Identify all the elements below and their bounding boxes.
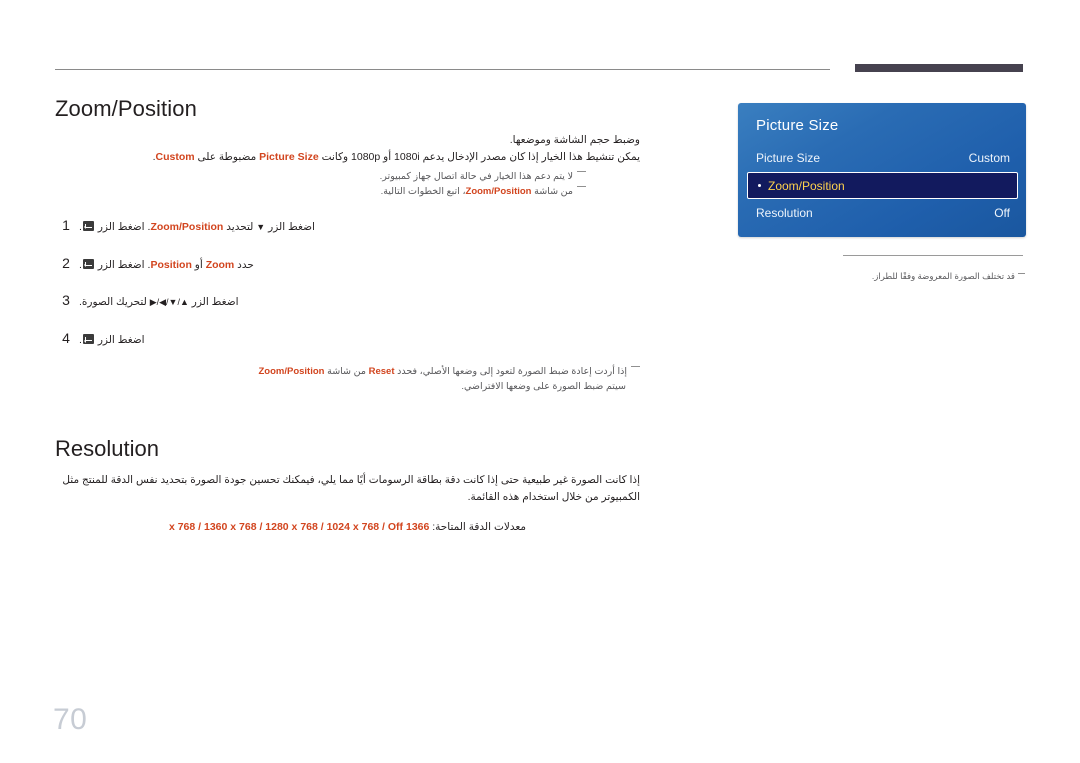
step-item: 4 اضغط الزر . <box>55 330 640 349</box>
reset-note-pre: إذا أردت إعادة ضبط الصورة لتعود إلى وضعه… <box>394 365 627 377</box>
lead2-post: مضبوطة على <box>194 151 260 164</box>
main-content: Zoom/Position وضبط حجم الشاشة وموضعها. ي… <box>55 96 640 536</box>
step-text: اضغط الزر ▼ لتحديد Zoom/Position. اضغط ا… <box>77 220 640 236</box>
section-title-resolution: Resolution <box>55 436 159 462</box>
lead2-res2: 1080p <box>351 151 381 164</box>
step3-pre: اضغط الزر <box>188 296 239 309</box>
lead2-res1: 1080i <box>394 151 420 164</box>
zoom-position-lead-1: وضبط حجم الشاشة وموضعها. <box>509 134 640 146</box>
step1-post: . اضغط الزر <box>94 220 151 233</box>
lead2-mid: أو <box>380 151 395 164</box>
note-dash-icon <box>631 365 640 367</box>
selected-bullet-icon <box>758 183 761 187</box>
note-dash-icon <box>577 185 586 187</box>
step-number: 3 <box>62 292 70 309</box>
header-bar-right <box>855 64 1023 72</box>
osd-row-value: Off <box>994 206 1010 220</box>
steps-list: 1 اضغط الزر ▼ لتحديد Zoom/Position. اضغط… <box>55 217 640 349</box>
lead2-picture-size: Picture Size <box>259 151 319 164</box>
reset-note-reset: Reset <box>368 365 395 377</box>
arrow-down-icon: ▼ <box>256 221 266 232</box>
osd-note-text: قد تختلف الصورة المعروضة وفقًا للطراز. <box>871 270 1015 281</box>
step-item: 2 حدد Zoom أو Position. اضغط الزر . <box>55 255 640 274</box>
osd-note: قد تختلف الصورة المعروضة وفقًا للطراز. <box>843 270 1025 283</box>
page-number: 70 <box>53 703 88 736</box>
osd-panel-title: Picture Size <box>756 117 839 134</box>
step-item: 1 اضغط الزر ▼ لتحديد Zoom/Position. اضغط… <box>55 217 640 236</box>
note-1-text: لا يتم دعم هذا الخيار في حالة اتصال جهاز… <box>379 170 573 182</box>
enter-key-icon <box>82 258 94 269</box>
header-rule-left <box>55 69 830 70</box>
step1-tail: . <box>79 220 82 233</box>
resolution-list-values: 1366 x 768 / 1360 x 768 / 1280 x 768 / 1… <box>168 520 430 533</box>
note-2-pre: من شاشة <box>531 185 573 197</box>
note-follow-steps: من شاشة Zoom/Position، اتبع الخطوات التا… <box>55 184 640 199</box>
step-item: 3 اضغط الزر ▲/▼/◀/▶ لتحريك الصورة. <box>55 292 640 311</box>
step-text: حدد Zoom أو Position. اضغط الزر . <box>77 258 640 274</box>
step-number: 1 <box>62 216 70 233</box>
zoom-position-notes: لا يتم دعم هذا الخيار في حالة اتصال جهاز… <box>55 169 640 199</box>
note-2-link: Zoom/Position <box>465 185 532 197</box>
reset-note-block: إذا أردت إعادة ضبط الصورة لتعود إلى وضعه… <box>55 364 640 394</box>
lead2-custom: Custom <box>155 151 195 164</box>
note-dash-icon <box>1018 272 1025 274</box>
osd-row-label: Picture Size <box>756 151 821 165</box>
osd-row-label: Resolution <box>756 206 813 220</box>
step4-tail: . <box>79 334 82 347</box>
osd-row-picture-size[interactable]: Picture Size Custom <box>738 145 1026 171</box>
step3-post: لتحريك الصورة. <box>79 296 150 309</box>
step2-tail: . <box>79 258 82 271</box>
resolution-list-label: معدلات الدقة المتاحة: <box>429 520 527 533</box>
enter-key-icon <box>82 220 94 231</box>
step-number: 2 <box>62 254 70 271</box>
note-pc-unsupported: لا يتم دعم هذا الخيار في حالة اتصال جهاز… <box>55 169 640 184</box>
step1-pre: اضغط الزر <box>265 220 315 233</box>
enter-key-icon <box>82 334 94 345</box>
resolution-available-list: معدلات الدقة المتاحة: 1366 x 768 / 1360 … <box>55 520 640 536</box>
osd-row-label-text: Zoom/Position <box>768 178 845 193</box>
note-dash-icon <box>577 170 586 172</box>
zoom-position-lead-2: يمكن تنشيط هذا الخيار إذا كان مصدر الإدخ… <box>55 149 640 165</box>
step2-post: . اضغط الزر <box>94 258 151 271</box>
reset-note-mid: من شاشة <box>324 365 369 377</box>
osd-row-resolution[interactable]: Resolution Off <box>738 200 1026 226</box>
step2-highlight-position: Position <box>150 258 192 271</box>
note-reset: إذا أردت إعادة ضبط الصورة لتعود إلى وضعه… <box>55 364 640 379</box>
step4-pre: اضغط الزر <box>94 334 145 347</box>
step2-pre: حدد <box>234 258 254 271</box>
step-text: اضغط الزر . <box>77 333 640 349</box>
step-number: 4 <box>62 330 70 347</box>
lead2-pre: يمكن تنشيط هذا الخيار إذا كان مصدر الإدخ… <box>419 151 640 164</box>
osd-row-label: Zoom/Position <box>758 179 845 193</box>
osd-menu-list: Picture Size Custom Zoom/Position Resolu… <box>738 145 1026 226</box>
section-title-zoom-position: Zoom/Position <box>55 96 197 121</box>
reset-note-link: Zoom/Position <box>258 365 325 377</box>
note-reset-line2: سيتم ضبط الصورة على وضعها الافتراضي. <box>55 379 640 394</box>
osd-row-zoom-position[interactable]: Zoom/Position <box>747 172 1018 199</box>
step-text: اضغط الزر ▲/▼/◀/▶ لتحريك الصورة. <box>77 295 640 311</box>
arrow-keys-icon: ▲/▼/◀/▶ <box>149 297 190 308</box>
note-2-post: ، اتبع الخطوات التالية. <box>380 185 466 197</box>
osd-row-value: Custom <box>968 151 1010 165</box>
step2-mid: أو <box>191 258 206 271</box>
step1-highlight: Zoom/Position <box>150 220 224 233</box>
step1-mid: لتحديد <box>223 220 257 233</box>
reset-note-line2: سيتم ضبط الصورة على وضعها الافتراضي. <box>461 381 626 393</box>
step2-highlight-zoom: Zoom <box>205 258 235 271</box>
osd-note-rule <box>843 255 1023 256</box>
lead2-mid2: وكانت <box>318 151 352 164</box>
resolution-body: إذا كانت الصورة غير طبيعية حتى إذا كانت … <box>62 474 640 504</box>
osd-picture-size-panel: Picture Size Picture Size Custom Zoom/Po… <box>738 103 1026 237</box>
